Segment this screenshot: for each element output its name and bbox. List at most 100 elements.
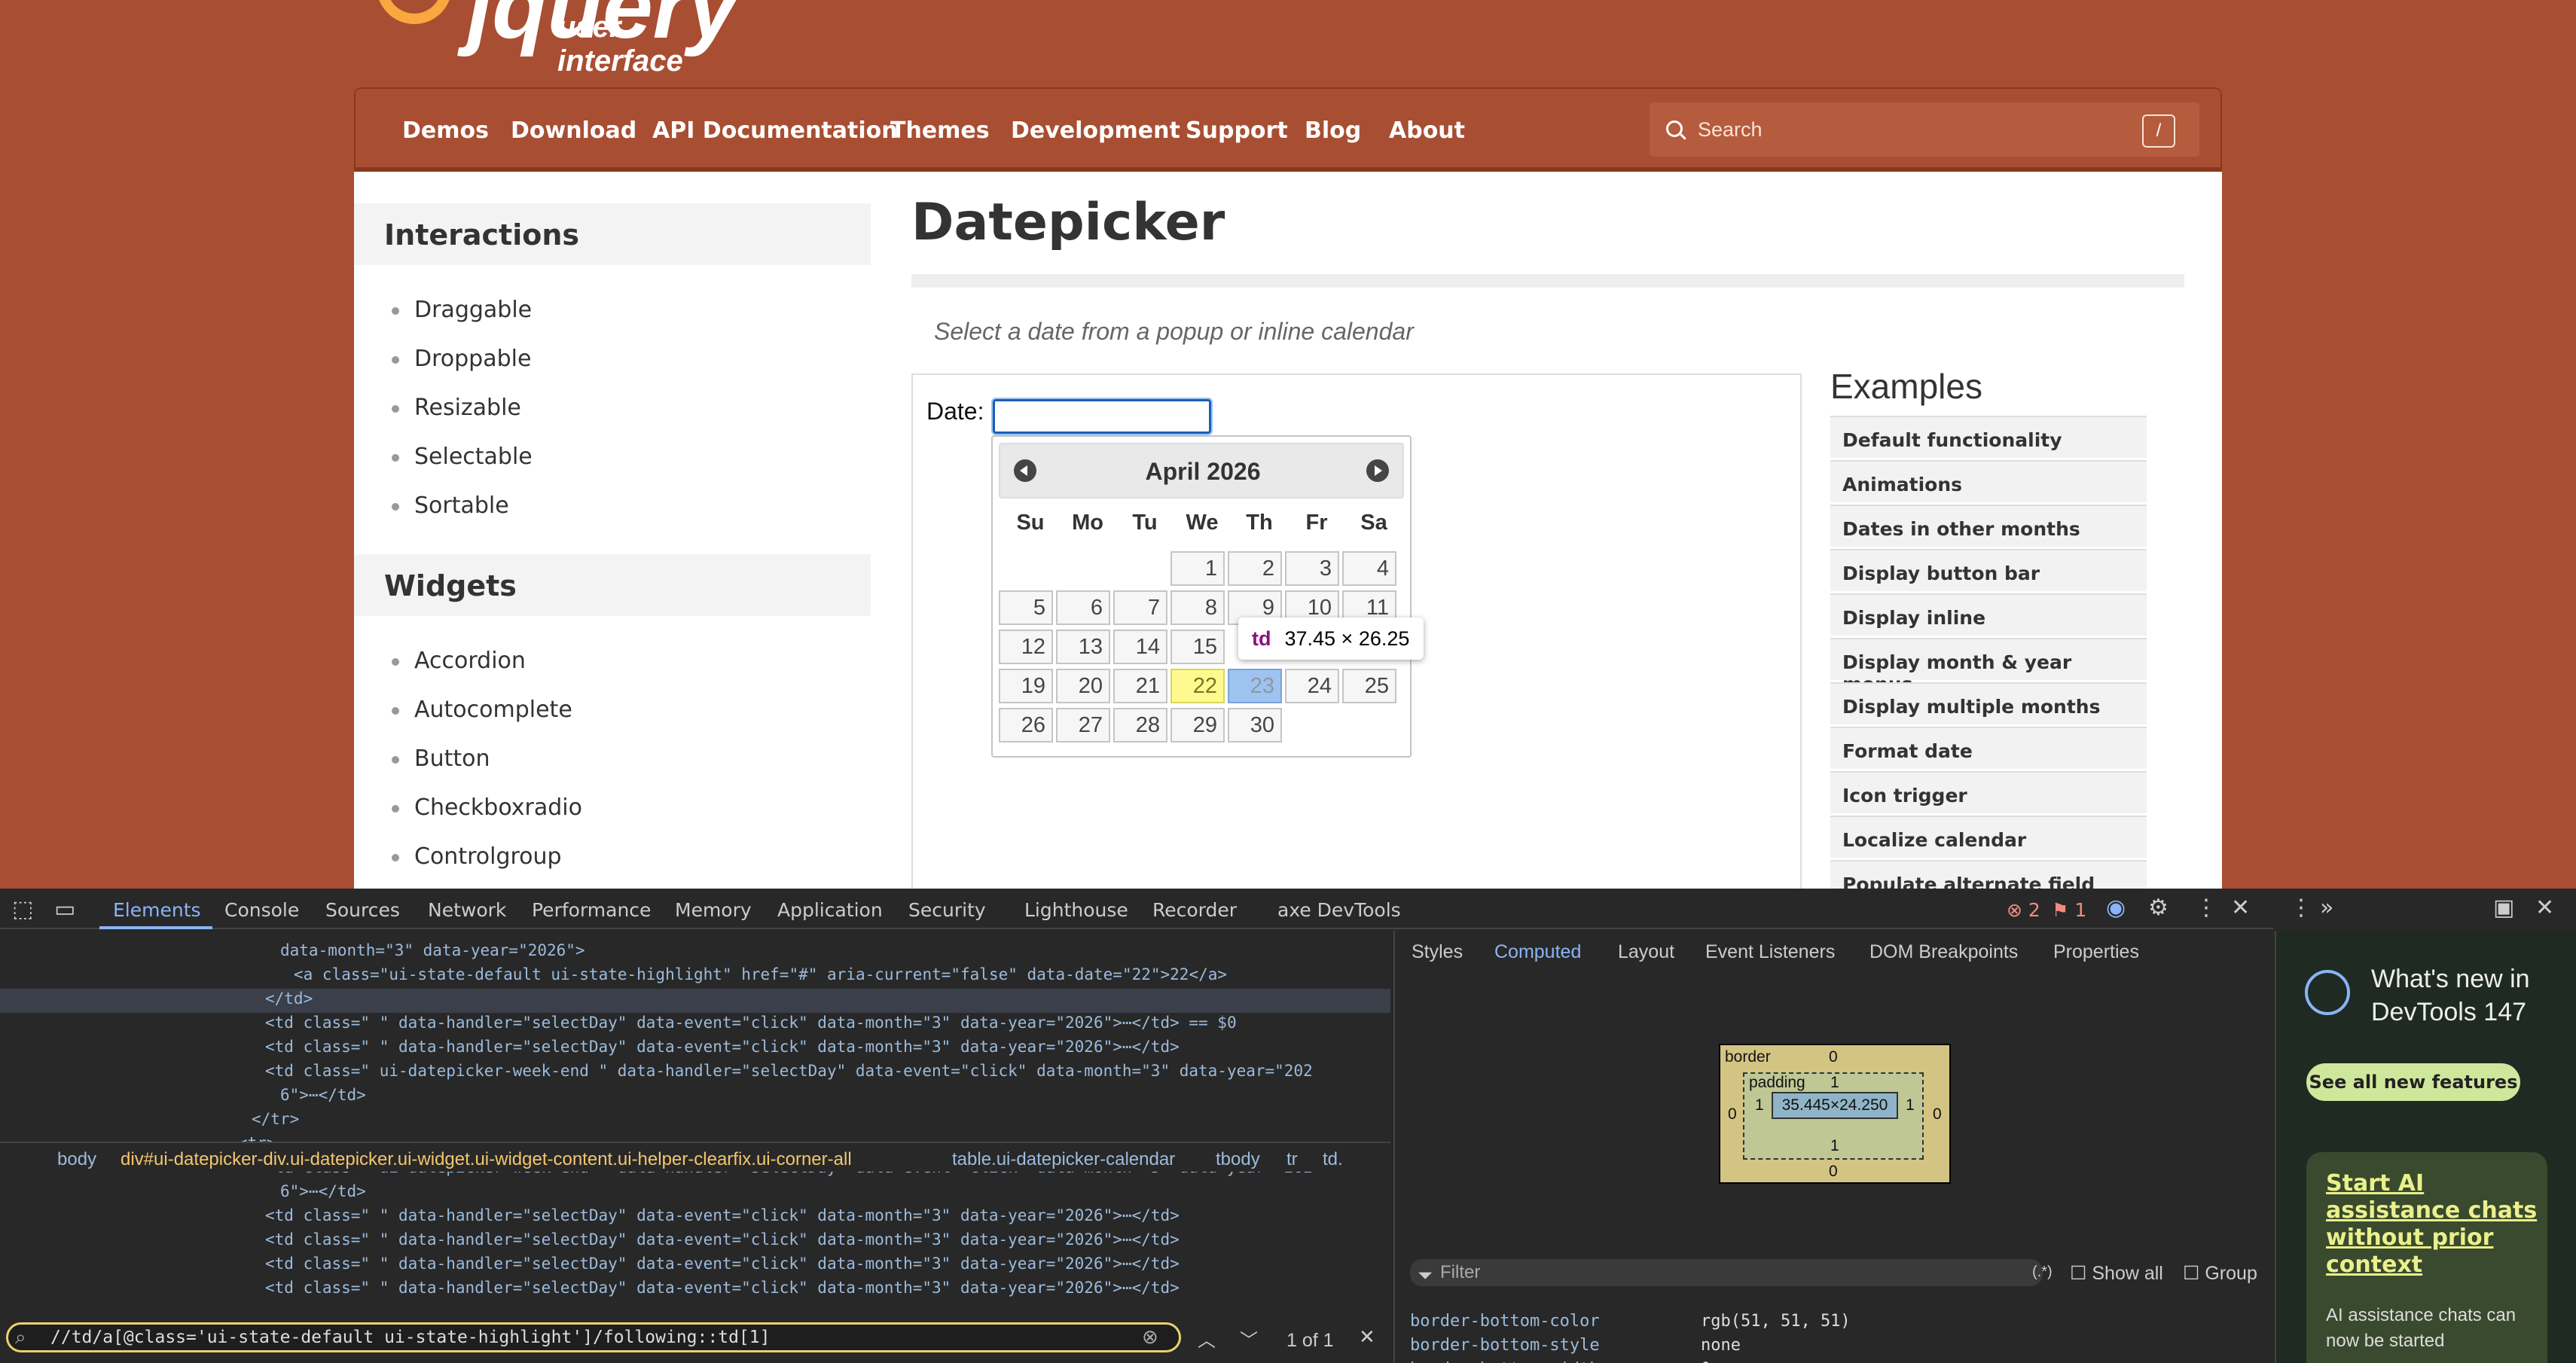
calendar-day-2[interactable]: 2	[1228, 551, 1282, 586]
sidebar-item-droppable[interactable]: Droppable	[391, 346, 531, 372]
inspect-element-icon[interactable]: ⬚	[12, 896, 33, 922]
next-match-icon[interactable]: ﹀	[1240, 1325, 1258, 1352]
sidebar-item-accordion[interactable]: Accordion	[392, 648, 526, 674]
tab-security[interactable]: Security	[908, 899, 986, 921]
example-month-year-menus[interactable]: Display month & year menus	[1830, 638, 2147, 695]
tab-sources[interactable]: Sources	[325, 899, 400, 921]
device-toolbar-icon[interactable]: ▭	[54, 896, 75, 922]
calendar-day-12[interactable]: 12	[999, 630, 1053, 664]
calendar-day-23[interactable]: 23	[1228, 669, 1282, 703]
breadcrumb-datepicker-div[interactable]: div#ui-datepicker-div.ui-datepicker.ui-w…	[121, 1149, 852, 1170]
breadcrumb-td[interactable]: td.	[1323, 1149, 1343, 1170]
example-format-date[interactable]: Format date	[1830, 727, 2147, 769]
filter-input[interactable]: Filter	[1410, 1259, 2043, 1286]
breadcrumb-body[interactable]: body	[57, 1149, 96, 1170]
sidebar-item-checkboxradio[interactable]: Checkboxradio	[392, 794, 582, 821]
tab-computed[interactable]: Computed	[1494, 941, 1581, 963]
warning-count-badge[interactable]: ⚑ 1	[2052, 899, 2086, 921]
dom-node-line[interactable]: data-month="3" data-year="2026">	[280, 941, 585, 959]
dom-node-line[interactable]: <td class=" " data-handler="selectDay" d…	[265, 1230, 1180, 1249]
tab-performance[interactable]: Performance	[532, 899, 651, 921]
calendar-day-4[interactable]: 4	[1342, 551, 1396, 586]
sidebar-item-draggable[interactable]: Draggable	[391, 297, 532, 323]
error-count-badge[interactable]: ⊗ 2	[2007, 899, 2040, 921]
calendar-day-3[interactable]: 3	[1285, 551, 1339, 586]
tab-application[interactable]: Application	[777, 899, 883, 921]
dock-side-icon[interactable]: ▣	[2493, 895, 2514, 921]
date-input[interactable]	[991, 398, 1213, 435]
dom-node-line[interactable]: <td class=" " data-handler="selectDay" d…	[265, 1014, 1237, 1032]
feature-link[interactable]: Start AI assistance chats without prior …	[2326, 1170, 2544, 1279]
tab-axe-devtools[interactable]: axe DevTools	[1277, 899, 1401, 921]
breadcrumb-tbody[interactable]: tbody	[1216, 1149, 1260, 1170]
calendar-day-22[interactable]: 22	[1170, 669, 1225, 703]
calendar-day-24[interactable]: 24	[1285, 669, 1339, 703]
calendar-day-28[interactable]: 28	[1113, 708, 1167, 742]
calendar-day-7[interactable]: 7	[1113, 590, 1167, 625]
dom-node-line[interactable]: <a class="ui-state-default ui-state-high…	[294, 965, 1227, 983]
tab-dom-breakpoints[interactable]: DOM Breakpoints	[1869, 941, 2018, 963]
computed-property-name[interactable]: border-bottom-width	[1410, 1360, 1600, 1363]
calendar-day-25[interactable]: 25	[1342, 669, 1396, 703]
calendar-day-14[interactable]: 14	[1113, 630, 1167, 664]
example-display-inline[interactable]: Display inline	[1830, 593, 2147, 636]
see-all-features-button[interactable]: See all new features	[2306, 1063, 2520, 1101]
next-month-icon[interactable]	[1366, 459, 1389, 482]
calendar-day-20[interactable]: 20	[1056, 669, 1110, 703]
tab-styles[interactable]: Styles	[1412, 941, 1463, 963]
nav-development[interactable]: Development	[1011, 117, 1180, 144]
sidebar-item-resizable[interactable]: Resizable	[392, 395, 521, 421]
search-input[interactable]	[1698, 114, 2120, 145]
more-options-icon[interactable]: ⋮	[2195, 895, 2217, 921]
nav-about[interactable]: About	[1389, 117, 1465, 144]
settings-gear-icon[interactable]: ⚙	[2148, 895, 2169, 921]
drawer-more-icon[interactable]: ⋮	[2290, 895, 2312, 921]
breadcrumb-tr[interactable]: tr	[1286, 1149, 1298, 1170]
example-dates-other-months[interactable]: Dates in other months	[1830, 505, 2147, 547]
calendar-day-27[interactable]: 27	[1056, 708, 1110, 742]
example-default-functionality[interactable]: Default functionality	[1830, 416, 2147, 458]
dom-node-line[interactable]: </tr>	[252, 1110, 299, 1128]
ai-assistance-icon[interactable]: ◉	[2106, 895, 2126, 921]
sidebar-item-button[interactable]: Button	[392, 746, 490, 772]
nav-api-documentation[interactable]: API Documentation	[652, 117, 898, 144]
breadcrumb-table[interactable]: table.ui-datepicker-calendar	[952, 1149, 1175, 1170]
tab-memory[interactable]: Memory	[675, 899, 752, 921]
prev-match-icon[interactable]: ︿	[1198, 1325, 1216, 1352]
dom-node-line[interactable]: <td class=" ui-datepicker-week-end " dat…	[265, 1062, 1313, 1080]
chevron-right-icon[interactable]: »	[2320, 895, 2333, 921]
close-drawer-icon[interactable]: ✕	[2535, 895, 2554, 921]
calendar-day-29[interactable]: 29	[1170, 708, 1225, 742]
close-icon[interactable]: ✕	[2231, 895, 2250, 921]
nav-themes[interactable]: Themes	[890, 117, 990, 144]
tab-lighthouse[interactable]: Lighthouse	[1024, 899, 1128, 921]
calendar-day-6[interactable]: 6	[1056, 590, 1110, 625]
clear-search-icon[interactable]: ⊗	[1142, 1325, 1158, 1349]
example-multiple-months[interactable]: Display multiple months	[1830, 682, 2147, 724]
nav-demos[interactable]: Demos	[402, 117, 489, 144]
nav-support[interactable]: Support	[1186, 117, 1288, 144]
example-button-bar[interactable]: Display button bar	[1830, 549, 2147, 591]
tab-properties[interactable]: Properties	[2053, 941, 2139, 963]
tab-console[interactable]: Console	[224, 899, 299, 921]
computed-property-name[interactable]: border-bottom-style	[1410, 1336, 1600, 1355]
dom-node-line[interactable]: <td class=" " data-handler="selectDay" d…	[265, 1206, 1180, 1224]
computed-property-name[interactable]: border-bottom-color	[1410, 1312, 1600, 1331]
dom-node-line[interactable]: 6">⋯</td>	[280, 1182, 366, 1200]
tab-elements[interactable]: Elements	[113, 899, 201, 921]
sidebar-item-selectable[interactable]: Selectable	[392, 444, 533, 470]
calendar-day-1[interactable]: 1	[1170, 551, 1225, 586]
calendar-day-13[interactable]: 13	[1056, 630, 1110, 664]
tab-event-listeners[interactable]: Event Listeners	[1705, 941, 1835, 963]
group-checkbox[interactable]: ☐ Group	[2183, 1262, 2257, 1285]
example-icon-trigger[interactable]: Icon trigger	[1830, 771, 2147, 813]
dom-node-line[interactable]: <td class=" " data-handler="selectDay" d…	[265, 1255, 1180, 1273]
jquery-ui-logo[interactable]: jquery user interface	[377, 0, 753, 78]
regex-toggle[interactable]: (.*)	[2032, 1264, 2053, 1281]
show-all-checkbox[interactable]: ☐ Show all	[2070, 1262, 2163, 1285]
calendar-day-19[interactable]: 19	[999, 669, 1053, 703]
calendar-day-26[interactable]: 26	[999, 708, 1053, 742]
close-search-icon[interactable]: ✕	[1359, 1325, 1375, 1349]
calendar-day-15[interactable]: 15	[1170, 630, 1225, 664]
dom-node-line[interactable]: 6">⋯</td>	[280, 1086, 366, 1104]
